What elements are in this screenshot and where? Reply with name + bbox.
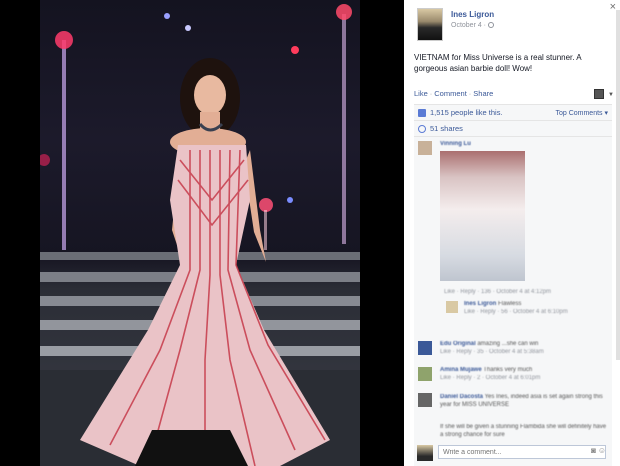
comment-item: If she will be given a stunning Flambida… [440,423,608,439]
shares-row: 51 shares [414,121,612,137]
commenter-name[interactable]: Edu Original [440,341,476,347]
comment-text: If she will be given a stunning Flambida… [440,424,607,438]
commenter-avatar[interactable] [418,393,432,407]
separator-dot: · [429,89,433,98]
user-avatar [417,445,433,461]
author-avatar[interactable] [417,8,443,41]
commenter-name[interactable]: Ines Ligron [464,301,496,307]
comment-meta: Like · Reply · 136 · October 4 at 4:12pm [444,287,551,295]
pageant-photo[interactable] [40,0,360,466]
chevron-down-icon[interactable]: ▼ [608,92,614,98]
comment-meta-text: Like · Reply · 2 · October 4 at 6:01pm [440,375,541,381]
top-comments-dropdown[interactable]: Top Comments ▾ [555,109,608,117]
commenter-avatar[interactable] [418,141,432,155]
comment-text: Flawless [498,301,522,307]
post-text: VIETNAM for Miss Universe is a real stun… [414,53,582,73]
comment-text: amazing ...she can win [477,341,539,347]
post-sidebar: × Ines Ligron October 4 · VIETNAM for Mi… [404,0,620,466]
shares-count[interactable]: 51 shares [430,124,463,133]
likes-row: 1,515 people like this. Top Comments ▾ [414,105,612,121]
author-name[interactable]: Ines Ligron [451,10,494,19]
comment-meta-text: Like · Reply · 136 · October 4 at 4:12pm [444,289,552,295]
emoji-icon[interactable]: ☺ [598,446,606,455]
share-menu-icon[interactable] [594,89,604,99]
post-date: October 4 · [451,22,494,29]
post-date-text: October 4 · [451,22,488,29]
comment-attached-photo[interactable] [440,151,525,281]
shares-icon [418,124,426,133]
comment-meta-text: Like · Reply · 35 · October 4 at 5:38am [440,349,544,355]
comment-item: Vinning Lu [418,141,608,155]
like-link[interactable]: Like [414,89,428,98]
globe-icon [487,22,494,29]
commenter-name[interactable]: Daniel Dacosta [440,394,483,400]
thumbs-up-icon [418,108,426,117]
comment-item: Daniel Dacosta Yes Ines, indeed asia is … [418,393,608,409]
comment-item: Edu Original amazing ...she can win Like… [418,341,608,355]
camera-icon[interactable]: ◙ [591,446,596,455]
scrollbar[interactable] [616,10,620,360]
comment-meta-text: Like · Reply · 56 · October 4 at 6:10pm [464,309,568,315]
comment-item: Amina Mujawe Thanks very much Like · Rep… [418,367,608,381]
comment-link[interactable]: Comment [434,89,467,98]
commenter-avatar[interactable] [418,341,432,355]
post-actions: Like · Comment · Share [414,89,493,98]
commenter-avatar[interactable] [446,301,458,313]
author-info: Ines Ligron October 4 · [451,10,494,41]
feedback-box: 1,515 people like this. Top Comments ▾ 5… [414,104,612,466]
commenter-name[interactable]: Vinning Lu [440,141,471,147]
comment-text: Thanks very much [483,367,533,373]
separator-dot: · [468,89,472,98]
post-author: Ines Ligron October 4 · [417,8,494,41]
write-comment-row: ◙ ☺ [414,443,612,463]
likes-count[interactable]: 1,515 people like this. [430,108,503,117]
commenter-name[interactable]: Amina Mujawe [440,367,482,373]
reply-item: Ines Ligron Flawless Like · Reply · 56 ·… [446,301,606,315]
photo-viewer [0,0,404,466]
share-link[interactable]: Share [473,89,493,98]
pageant-photo-art [40,4,360,466]
write-comment-input[interactable] [438,445,606,459]
commenter-avatar[interactable] [418,367,432,381]
